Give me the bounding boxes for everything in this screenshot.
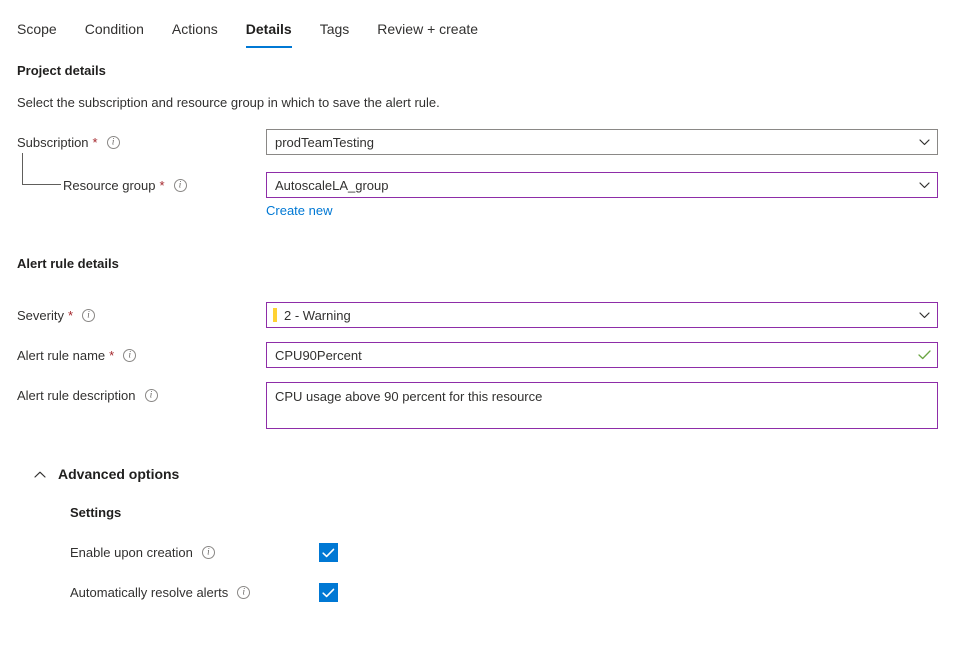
tab-details-label: Details — [246, 21, 292, 37]
wizard-tab-bar: Scope Condition Actions Details Tags Rev… — [0, 0, 974, 48]
enable-upon-creation-checkbox[interactable] — [319, 543, 338, 562]
severity-value: 2 - Warning — [284, 308, 917, 323]
tab-details[interactable]: Details — [232, 20, 306, 48]
alert-rule-description-field-cell — [266, 382, 938, 432]
subscription-required-asterisk: * — [93, 135, 98, 150]
automatically-resolve-alerts-label: Automatically resolve alerts — [70, 585, 228, 600]
subscription-dropdown[interactable]: prodTeamTesting — [266, 129, 938, 155]
subscription-field-cell: prodTeamTesting — [266, 129, 938, 155]
enable-upon-creation-label-cell: Enable upon creation i — [70, 545, 319, 560]
resource-group-required-asterisk: * — [160, 178, 165, 193]
alert-rule-description-row: Alert rule description i — [17, 382, 974, 432]
subscription-label: Subscription — [17, 135, 89, 150]
subscription-info-icon[interactable]: i — [107, 136, 120, 149]
setting-row-enable-upon-creation: Enable upon creation i — [33, 543, 974, 562]
alert-rule-details-heading: Alert rule details — [17, 255, 974, 273]
resource-group-dropdown[interactable]: AutoscaleLA_group — [266, 172, 938, 198]
automatically-resolve-alerts-checkbox[interactable] — [319, 583, 338, 602]
severity-color-swatch — [273, 308, 277, 322]
enable-upon-creation-info-icon[interactable]: i — [202, 546, 215, 559]
tab-actions[interactable]: Actions — [158, 20, 232, 48]
settings-heading: Settings — [70, 504, 974, 522]
details-form: Project details Select the subscription … — [0, 48, 974, 602]
tab-review-create[interactable]: Review + create — [363, 20, 492, 48]
alert-rule-description-label: Alert rule description — [17, 388, 136, 403]
tab-review-create-label: Review + create — [377, 21, 478, 37]
chevron-down-icon — [917, 178, 931, 192]
checkmark-icon — [917, 348, 931, 362]
tab-condition-label: Condition — [85, 21, 144, 37]
severity-label-cell: Severity * i — [17, 302, 266, 328]
create-new-resource-group-link[interactable]: Create new — [266, 202, 332, 219]
severity-required-asterisk: * — [68, 308, 73, 323]
alert-rule-name-required-asterisk: * — [109, 348, 114, 363]
advanced-options-title: Advanced options — [58, 466, 179, 482]
alert-rule-name-label-cell: Alert rule name * i — [17, 342, 266, 368]
resource-group-row: Resource group * i AutoscaleLA_group Cre… — [17, 172, 974, 219]
tab-condition[interactable]: Condition — [71, 20, 158, 48]
alert-rule-name-field-cell: CPU90Percent — [266, 342, 938, 368]
resource-group-value: AutoscaleLA_group — [275, 178, 917, 193]
tab-tags[interactable]: Tags — [306, 20, 364, 48]
tree-connector-line — [22, 153, 61, 185]
alert-rule-description-info-icon[interactable]: i — [145, 389, 158, 402]
severity-field-cell: 2 - Warning — [266, 302, 938, 328]
severity-label: Severity — [17, 308, 64, 323]
project-details-description: Select the subscription and resource gro… — [17, 94, 974, 112]
severity-row: Severity * i 2 - Warning — [17, 302, 974, 328]
chevron-up-icon — [33, 467, 47, 481]
project-details-heading: Project details — [17, 62, 974, 80]
alert-rule-name-value: CPU90Percent — [275, 348, 917, 363]
tab-scope[interactable]: Scope — [17, 20, 71, 48]
chevron-down-icon — [917, 135, 931, 149]
subscription-row: Subscription * i prodTeamTesting — [17, 129, 974, 155]
alert-rule-description-label-cell: Alert rule description i — [17, 382, 266, 408]
resource-group-field-cell: AutoscaleLA_group Create new — [266, 172, 938, 219]
severity-dropdown[interactable]: 2 - Warning — [266, 302, 938, 328]
resource-group-info-icon[interactable]: i — [174, 179, 187, 192]
tab-tags-label: Tags — [320, 21, 350, 37]
alert-rule-name-info-icon[interactable]: i — [123, 349, 136, 362]
alert-rule-name-label: Alert rule name — [17, 348, 105, 363]
subscription-value: prodTeamTesting — [275, 135, 917, 150]
automatically-resolve-alerts-info-icon[interactable]: i — [237, 586, 250, 599]
setting-row-automatically-resolve-alerts: Automatically resolve alerts i — [33, 583, 974, 602]
tab-scope-label: Scope — [17, 21, 57, 37]
tab-actions-label: Actions — [172, 21, 218, 37]
resource-group-label-cell: Resource group * i — [17, 172, 266, 198]
chevron-down-icon — [917, 308, 931, 322]
enable-upon-creation-label: Enable upon creation — [70, 545, 193, 560]
alert-rule-name-input[interactable]: CPU90Percent — [266, 342, 938, 368]
advanced-options-toggle[interactable]: Advanced options — [33, 466, 974, 482]
resource-group-label: Resource group — [63, 178, 156, 193]
severity-info-icon[interactable]: i — [82, 309, 95, 322]
alert-rule-name-row: Alert rule name * i CPU90Percent — [17, 342, 974, 368]
automatically-resolve-alerts-label-cell: Automatically resolve alerts i — [70, 585, 319, 600]
advanced-options-section: Advanced options Settings Enable upon cr… — [17, 466, 974, 602]
subscription-label-cell: Subscription * i — [17, 129, 266, 155]
alert-rule-description-textarea[interactable] — [266, 382, 938, 429]
